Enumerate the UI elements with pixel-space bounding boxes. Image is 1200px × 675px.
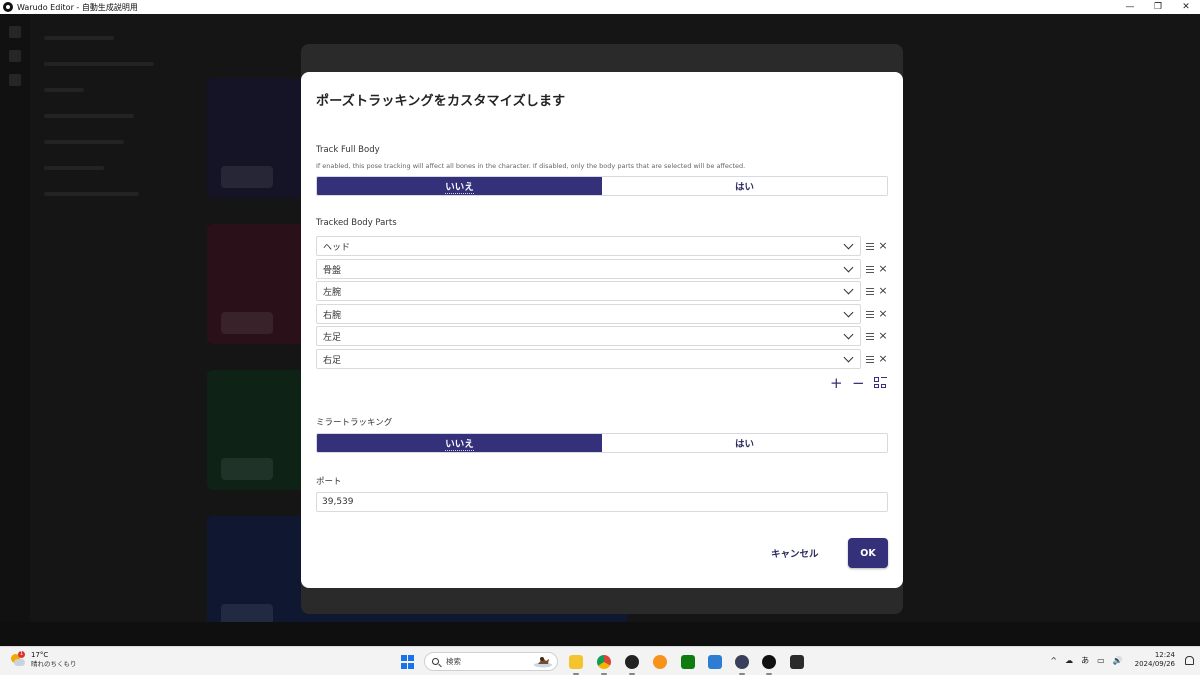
mirror-tracking-toggle: いいえ はい (316, 433, 888, 453)
file-explorer-icon[interactable] (569, 655, 583, 675)
remove-item-icon[interactable]: × (878, 263, 888, 274)
body-part-row: 右腕 × (316, 304, 888, 324)
customize-pose-tracking-dialog: ポーズトラッキングをカスタマイズします Track Full Body If e… (301, 72, 903, 588)
tray-overflow-chevron[interactable]: ^ (1050, 656, 1057, 665)
body-part-row: 左腕 × (316, 281, 888, 301)
remove-item-icon[interactable]: × (878, 285, 888, 296)
body-part-select[interactable]: 右足 (316, 349, 861, 369)
sidebar-icon (9, 50, 21, 62)
chevron-down-icon (843, 329, 854, 340)
drag-handle-icon[interactable] (866, 287, 874, 295)
terminal-icon[interactable] (790, 655, 804, 669)
chevron-down-icon (843, 307, 854, 318)
warudo-taskbar-icon[interactable] (762, 655, 776, 675)
editor-sidebar (0, 14, 30, 646)
obs-icon[interactable] (625, 655, 639, 675)
port-label: ポート (316, 477, 342, 487)
body-part-row: ヘッド × (316, 236, 888, 256)
cancel-button[interactable]: キャンセル (771, 546, 819, 560)
track-full-body-option-no[interactable]: いいえ (317, 177, 602, 195)
dialog-title: ポーズトラッキングをカスタマイズします (316, 94, 566, 109)
display-icon[interactable]: ▭ (1097, 656, 1105, 665)
volume-icon[interactable]: 🔊 (1113, 656, 1123, 665)
editor-status-strip (0, 622, 1200, 646)
body-part-row: 骨盤 × (316, 259, 888, 279)
network-status-icon[interactable]: ☁ (1065, 656, 1073, 665)
warudo-logo-icon (3, 2, 13, 12)
chevron-down-icon (843, 239, 854, 250)
drag-handle-icon[interactable] (866, 242, 874, 250)
body-part-value: 骨盤 (323, 265, 342, 276)
weather-widget[interactable]: 1 17°C 晴れのちくもり (10, 651, 77, 669)
body-part-value: 右足 (323, 355, 342, 366)
remove-item-icon[interactable]: × (878, 308, 888, 319)
weather-icon: 1 (10, 651, 26, 667)
mirror-tracking-option-yes[interactable]: はい (602, 434, 887, 452)
search-icon (432, 658, 439, 665)
mirror-tracking-label: ミラートラッキング (316, 418, 393, 428)
clock-date: 2024/09/26 (1134, 660, 1175, 668)
taskbar-clock[interactable]: 12:24 2024/09/26 (1135, 651, 1175, 669)
remove-item-icon[interactable]: × (878, 240, 888, 251)
body-parts-toolbar: + − (830, 376, 887, 391)
sidebar-icon (9, 74, 21, 86)
sidebar-icon (9, 26, 21, 38)
drag-handle-icon[interactable] (866, 355, 874, 363)
body-part-row: 左足 × (316, 326, 888, 346)
system-tray: ^ ☁ あ ▭ 🔊 12:24 2024/09/26 (1046, 651, 1194, 669)
drag-handle-icon[interactable] (866, 332, 874, 340)
body-part-select[interactable]: 骨盤 (316, 259, 861, 279)
close-button[interactable]: ✕ (1172, 0, 1200, 14)
remove-last-item-button[interactable]: − (852, 376, 865, 391)
search-highlight-icon (534, 657, 552, 668)
body-part-row: 右足 × (316, 349, 888, 369)
weather-description: 晴れのちくもり (31, 660, 77, 668)
app-avatar-icon[interactable] (735, 655, 749, 675)
maximize-button[interactable]: ❐ (1144, 0, 1172, 14)
app-orange-icon[interactable] (653, 655, 667, 669)
body-part-value: 左足 (323, 332, 342, 343)
track-full-body-option-yes[interactable]: はい (602, 177, 887, 195)
xbox-icon[interactable] (681, 655, 695, 669)
chevron-down-icon (843, 262, 854, 273)
body-part-select[interactable]: 左腕 (316, 281, 861, 301)
window-title: Warudo Editor - 自動生成説明用 (17, 2, 138, 12)
editor-nav (30, 14, 190, 646)
body-part-select[interactable]: ヘッド (316, 236, 861, 256)
body-part-value: 左腕 (323, 287, 342, 298)
weather-temperature: 17°C (31, 651, 49, 659)
chevron-down-icon (843, 284, 854, 295)
drag-handle-icon[interactable] (866, 265, 874, 273)
track-full-body-label: Track Full Body (316, 145, 380, 155)
remove-item-icon[interactable]: × (878, 353, 888, 364)
tracked-body-parts-label: Tracked Body Parts (316, 218, 397, 228)
clock-time: 12:24 (1154, 651, 1175, 659)
mirror-tracking-option-no[interactable]: いいえ (317, 434, 602, 452)
drag-handle-icon[interactable] (866, 310, 874, 318)
track-full-body-toggle: いいえ はい (316, 176, 888, 196)
chevron-down-icon (843, 352, 854, 363)
notes-app-icon[interactable] (708, 655, 722, 669)
body-part-select[interactable]: 左足 (316, 326, 861, 346)
notification-bell-icon[interactable] (1185, 655, 1194, 665)
ime-mode-indicator[interactable]: あ (1081, 655, 1089, 666)
body-part-value: ヘッド (323, 242, 351, 253)
bulk-edit-icon[interactable] (874, 377, 887, 389)
windows-start-icon[interactable] (401, 655, 415, 669)
search-placeholder: 検索 (446, 657, 461, 666)
taskbar: 1 17°C 晴れのちくもり 検索 ^ ☁ あ ▭ 🔊 12:24 2024/0… (0, 646, 1200, 675)
track-full-body-description: If enabled, this pose tracking will affe… (316, 162, 746, 170)
remove-item-icon[interactable]: × (878, 330, 888, 341)
add-item-button[interactable]: + (830, 376, 843, 391)
weather-badge: 1 (18, 651, 25, 658)
body-part-select[interactable]: 右腕 (316, 304, 861, 324)
port-input[interactable]: 39,539 (316, 492, 888, 512)
taskbar-search[interactable]: 検索 (424, 652, 558, 671)
ok-button[interactable]: OK (848, 538, 888, 568)
window-title-bar: Warudo Editor - 自動生成説明用 — ❐ ✕ (0, 0, 1200, 14)
chrome-icon[interactable] (597, 655, 611, 675)
minimize-button[interactable]: — (1116, 0, 1144, 14)
body-part-value: 右腕 (323, 310, 342, 321)
port-value: 39,539 (322, 497, 354, 507)
